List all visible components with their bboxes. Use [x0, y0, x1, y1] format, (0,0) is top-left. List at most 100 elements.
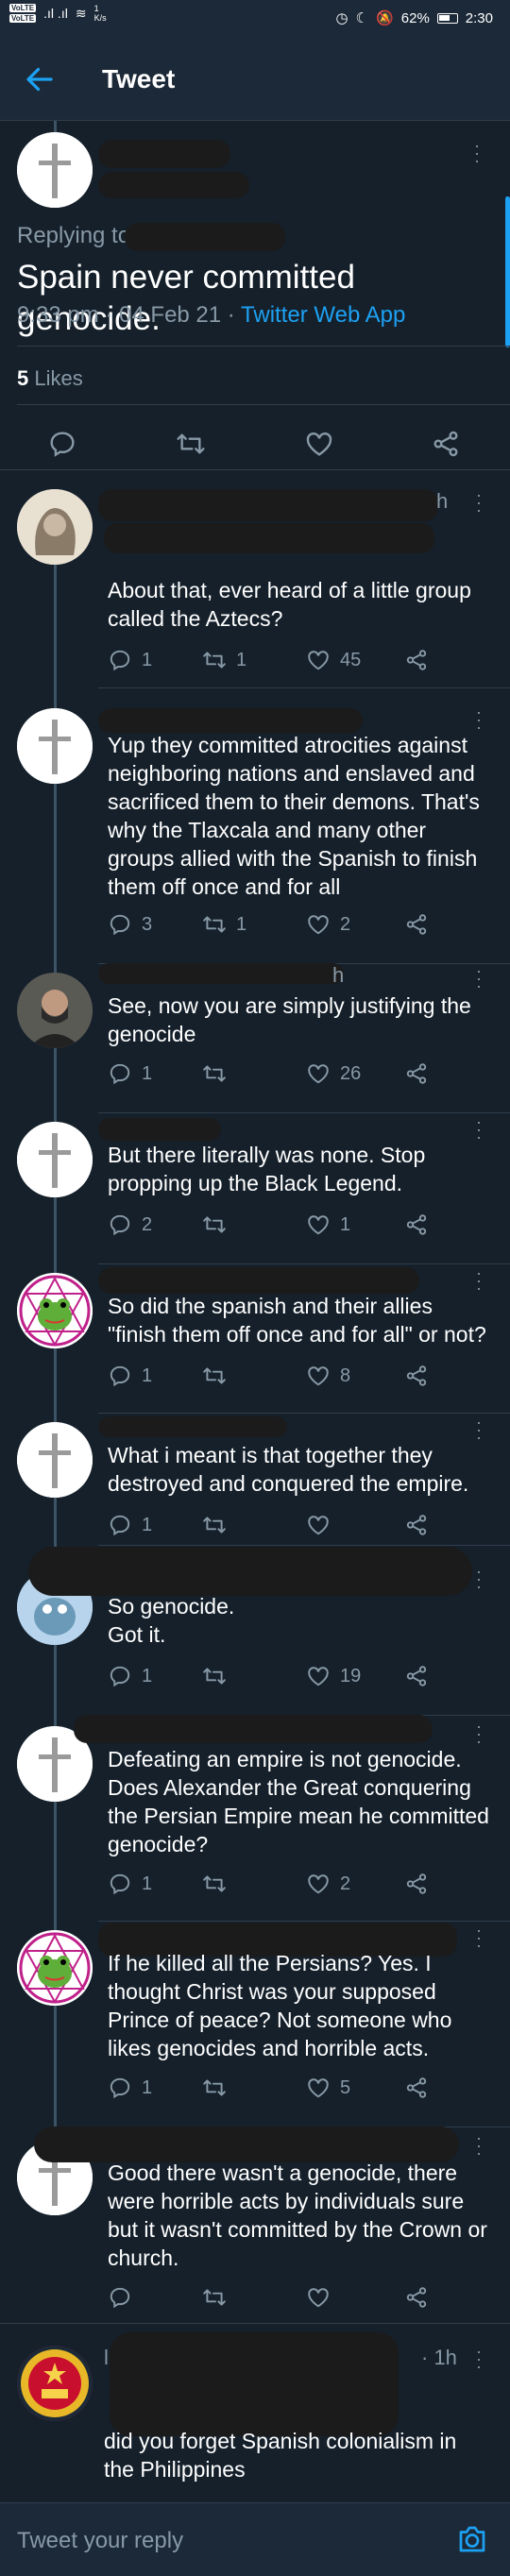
- share-button[interactable]: [404, 2074, 429, 2102]
- like-count: 2: [340, 913, 351, 935]
- more-icon[interactable]: · · ·: [474, 2129, 484, 2161]
- reply-time: h: [436, 489, 449, 513]
- reply-button[interactable]: 1: [108, 646, 152, 674]
- avatar[interactable]: [17, 1273, 93, 1348]
- reply-tweet[interactable]: l · 1h · · · did you forget Spanish coloni…: [0, 2323, 510, 2502]
- more-icon[interactable]: · · ·: [474, 1922, 484, 1954]
- share-button[interactable]: [404, 1870, 429, 1898]
- share-button[interactable]: [404, 1511, 429, 1539]
- reply-tweet[interactable]: · · · So did the spanish and their allies …: [0, 1263, 510, 1413]
- avatar[interactable]: [17, 1422, 93, 1498]
- like-button[interactable]: 2: [306, 1870, 350, 1898]
- more-icon[interactable]: · · ·: [472, 137, 482, 169]
- reply-tweet[interactable]: h · · · See, now you are simply justifying…: [0, 962, 510, 1112]
- reply-tweet[interactable]: · · · Defeating an empire is not genocide.…: [0, 1715, 510, 1921]
- back-arrow-icon[interactable]: [23, 62, 57, 96]
- avatar[interactable]: [17, 2346, 93, 2421]
- divider: [17, 404, 510, 405]
- retweet-button[interactable]: 1: [202, 646, 246, 674]
- like-button[interactable]: 19: [306, 1662, 361, 1690]
- likes-count[interactable]: 5 Likes: [17, 366, 83, 391]
- like-button[interactable]: [306, 1511, 340, 1539]
- more-icon[interactable]: · · ·: [474, 1113, 484, 1145]
- like-icon[interactable]: [304, 429, 334, 459]
- more-icon[interactable]: · · ·: [474, 1414, 484, 1446]
- like-button[interactable]: 26: [306, 1059, 361, 1088]
- retweet-button[interactable]: [202, 1511, 236, 1539]
- reply-button[interactable]: [108, 2283, 142, 2312]
- avatar[interactable]: [17, 708, 93, 784]
- reply-icon[interactable]: [47, 429, 77, 459]
- more-icon[interactable]: · · ·: [474, 2343, 484, 2375]
- share-button[interactable]: [404, 2283, 429, 2312]
- retweet-button[interactable]: [202, 2283, 236, 2312]
- like-button[interactable]: 5: [306, 2074, 350, 2102]
- like-button[interactable]: 45: [306, 646, 361, 674]
- retweet-button[interactable]: [202, 2074, 236, 2102]
- more-icon[interactable]: · · ·: [474, 962, 484, 994]
- avatar[interactable]: [17, 489, 93, 565]
- avatar[interactable]: [17, 132, 93, 208]
- reply-tweet[interactable]: · · · Good there wasn't a genocide, there …: [0, 2127, 510, 2323]
- redacted-name: [98, 708, 363, 733]
- avatar[interactable]: [17, 1122, 93, 1197]
- retweet-button[interactable]: [202, 1362, 236, 1390]
- share-icon[interactable]: [431, 429, 461, 459]
- reply-tweet[interactable]: · · · What i meant is that together they d…: [0, 1413, 510, 1545]
- reply-time: h: [332, 963, 345, 987]
- more-icon[interactable]: · · ·: [474, 486, 484, 518]
- like-count: 26: [340, 1062, 362, 1084]
- reply-button[interactable]: 3: [108, 910, 152, 939]
- more-icon[interactable]: · · ·: [474, 1563, 484, 1595]
- avatar[interactable]: [17, 1930, 93, 2006]
- like-button[interactable]: [306, 2283, 340, 2312]
- share-button[interactable]: [404, 1211, 429, 1239]
- mute-icon: 🔕: [376, 10, 394, 26]
- reply-button[interactable]: 1: [108, 1362, 152, 1390]
- more-icon[interactable]: · · ·: [474, 703, 484, 736]
- reply-text: Good there wasn't a genocide, there were…: [108, 2161, 487, 2270]
- compose-reply-bar[interactable]: Tweet your reply: [0, 2502, 510, 2576]
- like-button[interactable]: 2: [306, 910, 350, 939]
- retweet-button[interactable]: [202, 1059, 236, 1088]
- reply-count: 1: [142, 1665, 153, 1686]
- reply-button[interactable]: 1: [108, 1662, 152, 1690]
- reply-tweet[interactable]: · · · But there literally was none. Stop p…: [0, 1112, 510, 1263]
- retweet-icon: [202, 912, 227, 937]
- share-icon: [404, 1872, 429, 1896]
- reply-tweet[interactable]: · · · So genocide. Got it. 1 19: [0, 1545, 510, 1715]
- reply-count: 1: [142, 1873, 153, 1894]
- reply-button[interactable]: 1: [108, 1870, 152, 1898]
- share-button[interactable]: [404, 646, 429, 674]
- retweet-button[interactable]: [202, 1662, 236, 1690]
- redacted-name: [110, 2332, 399, 2436]
- retweet-button[interactable]: [202, 1211, 236, 1239]
- reply-tweet[interactable]: · · · Yup they committed atrocities agains…: [0, 687, 510, 963]
- reply-tweet[interactable]: · · · If he killed all the Persians? Yes. …: [0, 1921, 510, 2127]
- avatar[interactable]: [17, 973, 93, 1048]
- share-button[interactable]: [404, 1362, 429, 1390]
- more-icon[interactable]: · · ·: [474, 1264, 484, 1296]
- like-count: 2: [340, 1873, 351, 1894]
- retweet-icon[interactable]: [176, 429, 206, 459]
- retweet-button[interactable]: [202, 1870, 236, 1898]
- like-count: 5: [340, 2076, 351, 2098]
- tweet-source-link[interactable]: Twitter Web App: [241, 302, 405, 328]
- camera-icon[interactable]: [455, 2522, 489, 2556]
- reply-button[interactable]: 1: [108, 1059, 152, 1088]
- reply-button[interactable]: 1: [108, 1511, 152, 1539]
- like-button[interactable]: 1: [306, 1211, 350, 1239]
- more-icon[interactable]: · · ·: [474, 1718, 484, 1750]
- reply-tweet[interactable]: h · · · About that, ever heard of a little…: [0, 470, 510, 687]
- reply-button[interactable]: 2: [108, 1211, 152, 1239]
- reply-input[interactable]: Tweet your reply: [17, 2528, 183, 2554]
- share-button[interactable]: [404, 1662, 429, 1690]
- redacted-name: [98, 140, 230, 168]
- share-icon: [404, 912, 429, 937]
- share-button[interactable]: [404, 910, 429, 939]
- redacted-name: [98, 1416, 287, 1437]
- reply-button[interactable]: 1: [108, 2074, 152, 2102]
- share-button[interactable]: [404, 1059, 429, 1088]
- retweet-button[interactable]: 1: [202, 910, 246, 939]
- like-button[interactable]: 8: [306, 1362, 350, 1390]
